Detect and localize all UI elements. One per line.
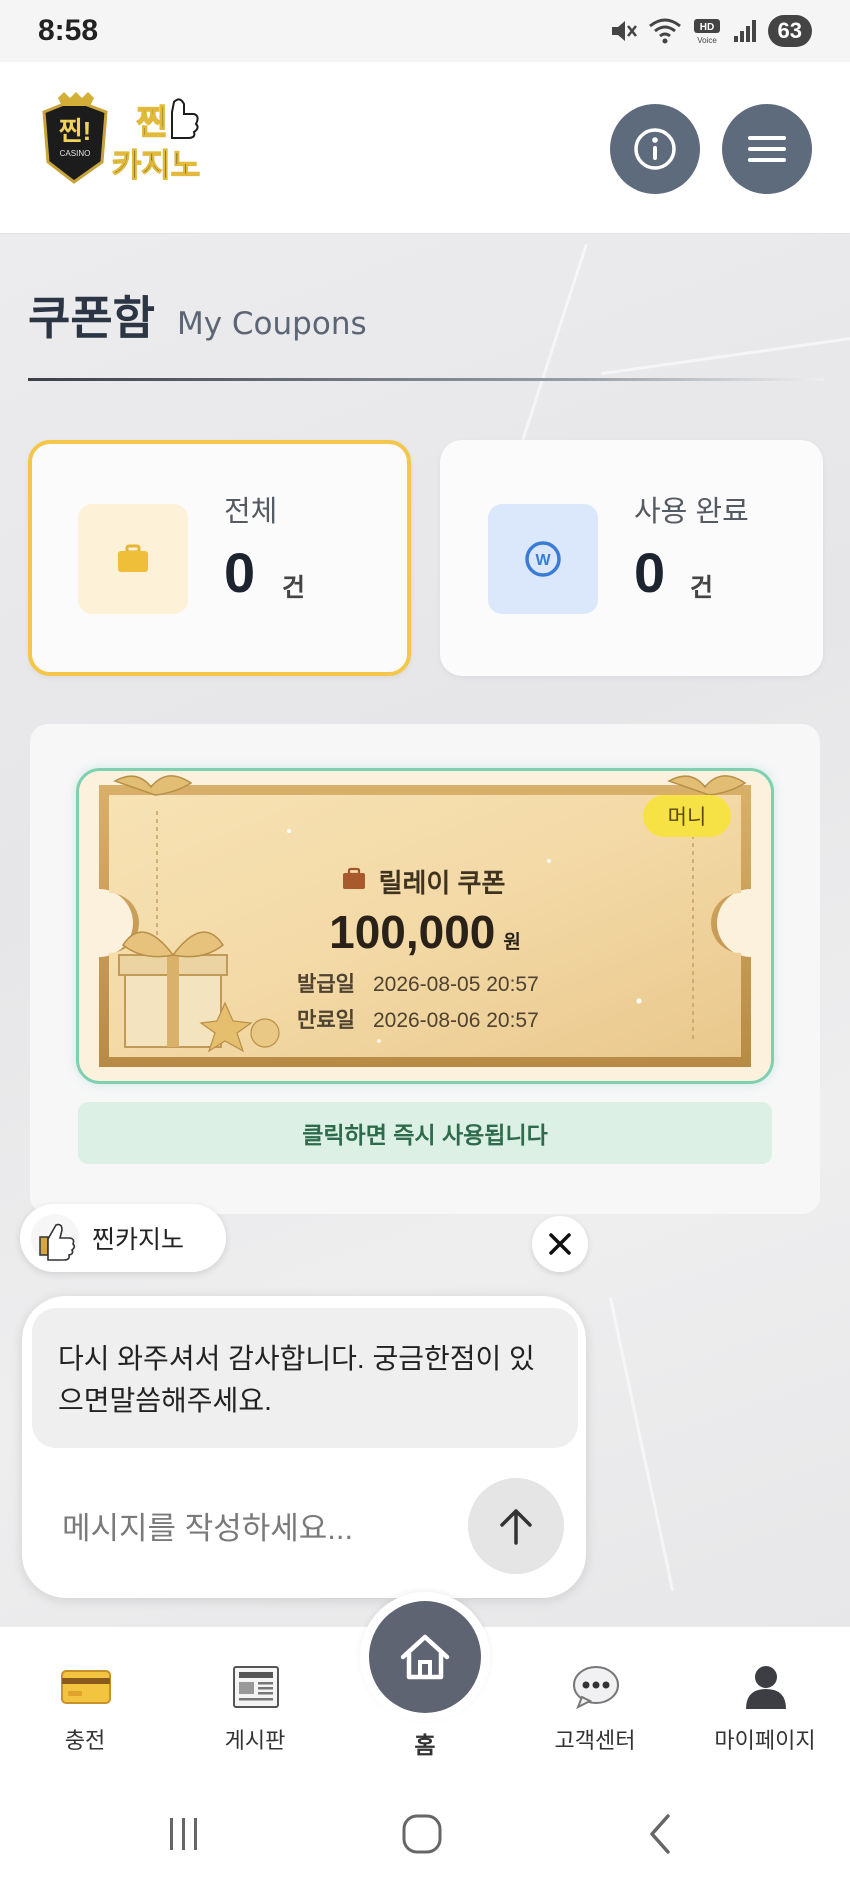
system-navigation-bar — [0, 1778, 850, 1889]
stat-unit: 건 — [690, 574, 714, 602]
thumbs-up-icon — [31, 1214, 79, 1262]
chat-close-button[interactable] — [532, 1216, 588, 1272]
stat-unit: 건 — [282, 574, 306, 602]
nav-item-mypage[interactable]: 마이페이지 — [680, 1627, 850, 1779]
wifi-icon — [648, 18, 681, 44]
nav-label: 마이페이지 — [714, 1728, 816, 1753]
user-icon — [746, 1666, 786, 1709]
chat-message: 다시 와주셔서 감사합니다. 궁금한점이 있으면말씀해주세요. — [32, 1308, 578, 1448]
stat-icon-box — [78, 504, 188, 614]
app-header: 찐! CASINO 찐 카지노 — [0, 62, 850, 234]
home-button-inner — [369, 1601, 481, 1713]
title-divider — [28, 378, 824, 381]
svg-text:카지노: 카지노 — [112, 147, 200, 183]
signal-icon — [733, 20, 756, 42]
nav-label: 게시판 — [224, 1728, 286, 1753]
svg-text:찐!: 찐! — [59, 116, 92, 146]
expiry-date-value: 2026-08-06 20:57 — [372, 1009, 539, 1032]
coupon-amount-value: 100,000 — [329, 906, 496, 958]
stat-label: 전체 — [224, 496, 278, 528]
coupon-ticket[interactable]: 머니 릴레이 쿠폰 100,000 원 발급일 2026-08-05 20:57 … — [76, 768, 774, 1084]
newspaper-icon — [233, 1666, 279, 1708]
svg-text:찐: 찐 — [136, 104, 167, 142]
stat-value: 0 — [634, 541, 666, 604]
use-coupon-button[interactable]: 클릭하면 즉시 사용됩니다 — [78, 1102, 772, 1164]
stat-label: 사용 완료 — [634, 496, 749, 528]
stat-value: 0 — [224, 541, 256, 604]
coupon-type-badge: 머니 — [643, 795, 731, 837]
expiry-date-row: 만료일 2026-08-06 20:57 — [297, 1003, 539, 1039]
issued-date-row: 발급일 2026-08-05 20:57 — [297, 967, 539, 1003]
nav-item-home[interactable] — [360, 1592, 490, 1722]
coupon-dates: 발급일 2026-08-05 20:57 만료일 2026-08-06 20:5… — [297, 967, 539, 1039]
status-icons: HD Voice 63 — [608, 15, 812, 47]
coupon-currency: 원 — [503, 932, 521, 953]
system-home-button[interactable] — [392, 1806, 452, 1862]
nav-item-support[interactable]: 고객센터 — [510, 1627, 680, 1779]
arrow-up-icon — [500, 1509, 532, 1545]
back-chevron-icon — [650, 1814, 670, 1854]
page-title-korean: 쿠폰함 — [28, 292, 155, 344]
marble-texture — [608, 1296, 675, 1592]
circle-home-icon — [402, 1814, 442, 1854]
svg-text:CASINO: CASINO — [60, 149, 91, 158]
chat-bubble-icon — [573, 1666, 619, 1710]
coupon-name-text: 릴레이 쿠폰 — [378, 868, 506, 898]
marble-texture — [601, 335, 850, 376]
chat-send-button[interactable] — [468, 1478, 564, 1574]
nav-label: 고객센터 — [554, 1728, 636, 1753]
page-subtitle: My Coupons — [176, 306, 367, 342]
nav-label: 충전 — [64, 1728, 106, 1753]
stat-icon-box: W — [488, 504, 598, 614]
svg-text:HD: HD — [699, 22, 713, 33]
system-back-button[interactable] — [630, 1806, 690, 1862]
svg-text:Voice: Voice — [697, 36, 717, 45]
coupon-amount: 100,000 원 — [79, 905, 771, 959]
chat-agent-tag[interactable]: 찐카지노 — [20, 1204, 226, 1272]
status-bar: 8:58 HD Voice 63 — [0, 0, 850, 62]
recent-apps-icon — [170, 1818, 197, 1850]
status-time: 8:58 — [38, 14, 99, 47]
svg-text:W: W — [535, 552, 551, 569]
nav-item-charge[interactable]: 충전 — [0, 1627, 170, 1779]
home-icon — [400, 1634, 450, 1680]
credit-card-icon — [61, 1670, 111, 1704]
coupon-name: 릴레이 쿠폰 — [79, 863, 771, 900]
info-button[interactable] — [610, 104, 700, 194]
stat-card-used[interactable]: W 사용 완료 0 건 — [440, 440, 823, 676]
issued-date-value: 2026-08-05 20:57 — [372, 973, 539, 996]
chat-agent-name: 찐카지노 — [92, 1226, 185, 1254]
close-icon — [549, 1233, 571, 1255]
page-title: 쿠폰함 My Coupons — [28, 282, 367, 348]
coupon-list-panel: 머니 릴레이 쿠폰 100,000 원 발급일 2026-08-05 20:57 … — [30, 724, 820, 1214]
won-coin-icon: W — [525, 541, 561, 577]
hamburger-menu-icon — [748, 136, 786, 162]
briefcase-icon — [118, 544, 148, 572]
nav-label-home: 홈 — [414, 1732, 436, 1758]
mute-icon — [611, 21, 637, 41]
stat-card-total[interactable]: 전체 0 건 — [28, 440, 411, 676]
menu-button[interactable] — [722, 104, 812, 194]
battery-indicator: 63 — [767, 15, 812, 47]
recent-apps-button[interactable] — [154, 1806, 214, 1862]
expiry-date-label: 만료일 — [297, 1009, 355, 1032]
brand-logo[interactable]: 찐! CASINO 찐 카지노 — [34, 92, 230, 188]
chat-window: 다시 와주셔서 감사합니다. 궁금한점이 있으면말씀해주세요. — [22, 1296, 586, 1598]
issued-date-label: 발급일 — [297, 973, 355, 996]
nav-item-board[interactable]: 게시판 — [170, 1627, 340, 1779]
info-icon — [634, 128, 676, 170]
chat-message-input[interactable] — [62, 1504, 432, 1554]
hd-voice-icon: HD Voice — [693, 19, 720, 45]
